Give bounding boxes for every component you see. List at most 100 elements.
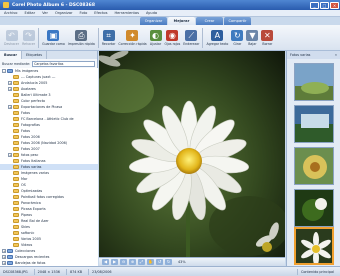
rotate-right-button[interactable]: ↻ [165, 259, 172, 265]
expand-icon[interactable]: + [8, 153, 12, 157]
thumbnail-image [296, 229, 332, 263]
zoom-out-button[interactable]: ⊖ [120, 259, 127, 265]
collapse-icon[interactable]: - [2, 69, 6, 73]
folder-label: FC Barcelona - Athletic Club de [21, 117, 74, 121]
minimize-button[interactable]: _ [310, 1, 319, 9]
thumbnail[interactable] [294, 63, 334, 101]
thumbnail-image [295, 148, 333, 184]
recortar-button[interactable]: ⌗ Recortar [101, 25, 116, 51]
thumbnail-image [295, 64, 333, 100]
menu-editar[interactable]: Editar [24, 11, 35, 15]
tab-organizar[interactable]: Organizar [140, 17, 167, 25]
guardar-como-button[interactable]: ▣ Guardar como [42, 25, 65, 51]
folder-icon [13, 123, 19, 127]
search-by-dropdown[interactable]: Carpetas favoritas [32, 60, 95, 67]
enderezar-button[interactable]: ⟋ Enderezar [183, 25, 199, 51]
toolbar: ↶ Deshacer ↷ Rehacer ▣ Guardar como ⎙ Impresión… [0, 25, 340, 51]
toolbar-label: Rehacer [22, 42, 36, 46]
folder-label: --- Capturas juaxt --- [21, 75, 56, 79]
thumbnail[interactable] [294, 147, 334, 185]
straighten-icon: ⟋ [185, 30, 198, 41]
menu-bar: Archivo Editar Ver Organizar Foto Efecto… [0, 10, 340, 17]
toolbar-separator [202, 28, 204, 48]
redo-icon: ↷ [22, 30, 35, 41]
next-photo-button[interactable]: ▶ [111, 259, 118, 265]
folder-icon [13, 153, 19, 157]
folder-label: fotos pesc [21, 153, 39, 157]
toolbar-label: Recortar [101, 42, 116, 46]
fit-to-window-button[interactable]: ⤢ [138, 259, 145, 265]
expand-icon[interactable]: + [8, 105, 12, 109]
menu-herramientas[interactable]: Herramientas [114, 11, 138, 15]
agregar-texto-button[interactable]: A Agregar texto [206, 25, 228, 51]
folder-icon [13, 231, 19, 235]
window-title: Corel Photo Album 6 - DSC08368 [12, 2, 95, 8]
expand-icon[interactable]: + [8, 81, 12, 85]
zoom-in-button[interactable]: ⊕ [129, 259, 136, 265]
menu-efectos[interactable]: Efectos [94, 11, 107, 15]
collapse-icon[interactable]: « [335, 53, 337, 57]
bajar-button[interactable]: ▼ Bajar [246, 25, 259, 51]
toolbar-label: Corrección rápida [118, 42, 147, 46]
folder-icon [13, 207, 19, 211]
folder-label: Mis imágenes [15, 69, 39, 73]
thumbnail[interactable] [294, 189, 334, 227]
folder-icon [13, 99, 19, 103]
pan-tool-button[interactable]: ✋ [147, 259, 154, 265]
photo-viewer[interactable] [99, 51, 285, 257]
folder-icon [13, 147, 19, 151]
menu-ver[interactable]: Ver [42, 11, 48, 15]
folder-label: Fotografías [21, 123, 40, 127]
previous-photo-button[interactable]: ◀ [102, 259, 109, 265]
deshacer-button[interactable]: ↶ Deshacer [4, 25, 19, 51]
toolbar-separator [97, 28, 99, 48]
tab-compartir[interactable]: Compartir [224, 17, 251, 25]
toolbar-label: Agregar texto [206, 42, 229, 46]
corrección-rápida-button[interactable]: ✦ Corrección rápida [118, 25, 147, 51]
rotate-icon: ↻ [231, 30, 244, 41]
zoom-level: 43% [178, 260, 186, 264]
folder-icon [13, 75, 19, 79]
menu-ayuda[interactable]: Ayuda [146, 11, 157, 15]
undo-icon: ↶ [5, 30, 18, 41]
menu-archivo[interactable]: Archivo [4, 11, 17, 15]
borrar-button[interactable]: ✕ Borrar [261, 25, 274, 51]
expand-icon[interactable]: + [2, 261, 6, 265]
girar-button[interactable]: ↻ Girar [231, 25, 244, 51]
tab-mejorar[interactable]: Mejorar [168, 17, 195, 25]
folder-icon [13, 177, 19, 181]
folder-label: Bandejas de fotos [15, 261, 46, 265]
folder-label: Exportaciones de Picasa [21, 105, 63, 109]
expand-icon[interactable]: + [2, 249, 6, 253]
thumbnail-image [295, 190, 333, 226]
tab-etiquetas[interactable]: Etiquetas [22, 51, 47, 59]
folder-label: Colecciones [15, 249, 36, 253]
crop-icon: ⌗ [102, 30, 115, 41]
expand-icon[interactable]: + [2, 255, 6, 259]
impresión-rápida-button[interactable]: ⎙ Impresión rápida [68, 25, 95, 51]
toolbar-label: Guardar como [42, 42, 65, 46]
thumbnail-selected[interactable] [294, 227, 334, 265]
toolbar-label: Ajustar [149, 42, 162, 46]
folder-icon [7, 249, 13, 253]
menu-organizar[interactable]: Organizar [55, 11, 73, 15]
menu-foto[interactable]: Foto [80, 11, 88, 15]
add-text-icon: A [211, 30, 224, 41]
maximize-button[interactable]: □ [320, 1, 329, 9]
app-logo-icon [3, 2, 9, 8]
tab-crear[interactable]: Crear [196, 17, 223, 25]
tab-buscar[interactable]: Buscar [0, 51, 22, 59]
status-content-label: Contenido principal [296, 268, 334, 275]
status-bar: DSC08368.JPG 2048 × 1536 874 KB 23/08/20… [0, 266, 340, 276]
close-button[interactable]: × [330, 1, 339, 9]
expand-icon[interactable]: + [8, 87, 12, 91]
rotate-left-button[interactable]: ↺ [156, 259, 163, 265]
toolbar-label: Bajar [248, 42, 257, 46]
filmstrip-header: Fotos varias « [287, 51, 340, 59]
thumbnail[interactable] [294, 105, 334, 143]
ajustar-button[interactable]: ◐ Ajustar [149, 25, 162, 51]
ojos-rojos-button[interactable]: ◉ Ojos rojos [165, 25, 180, 51]
rehacer-button[interactable]: ↷ Rehacer [22, 25, 35, 51]
folder-icon [13, 129, 19, 133]
folder-label: Bailerì Ultimate 3 [21, 93, 51, 97]
